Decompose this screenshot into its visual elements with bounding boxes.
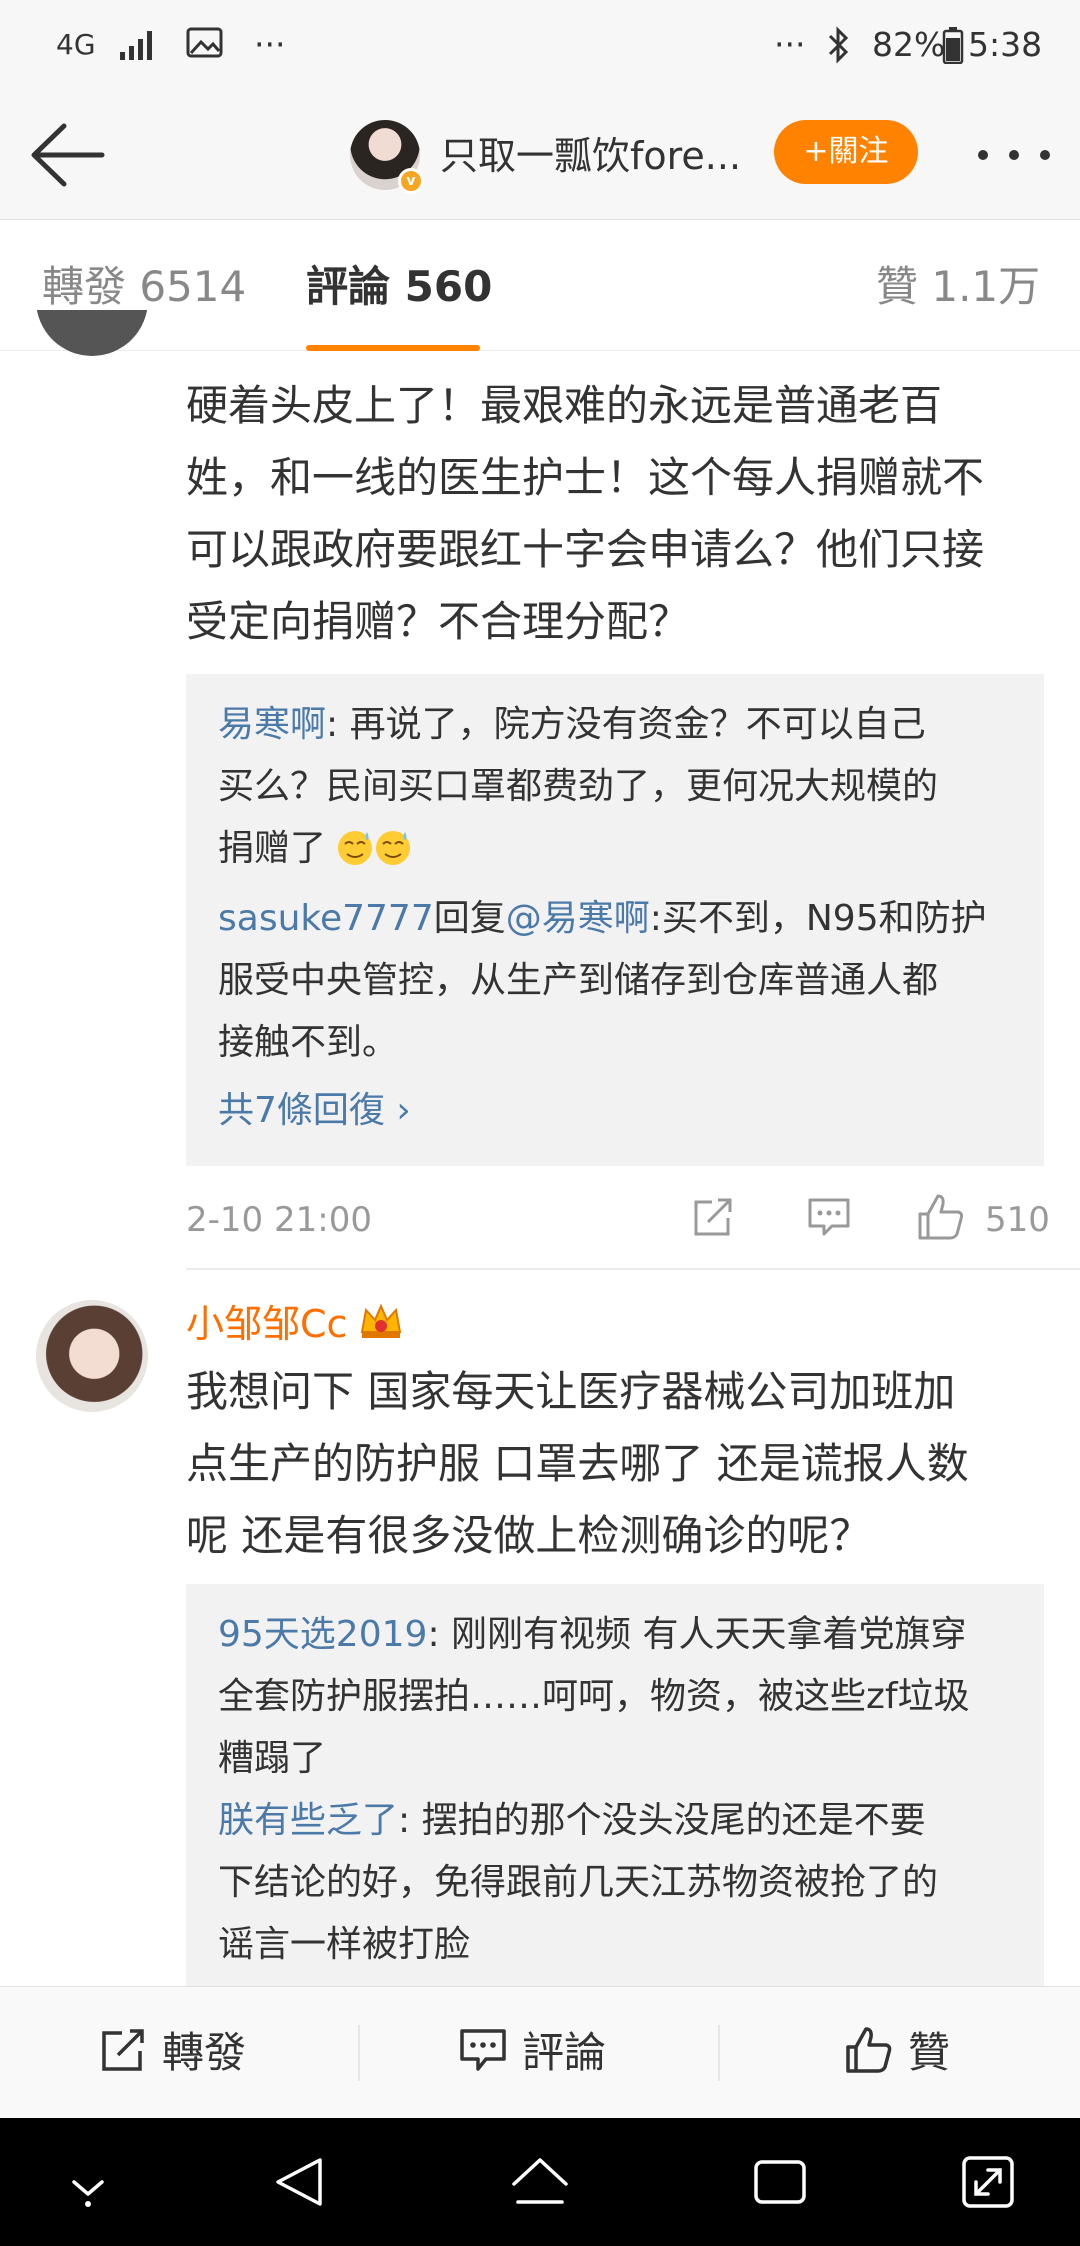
mention-link[interactable]: @易寒啊 (506, 898, 650, 939)
reply-text: : 摆拍的那个没头没尾的还是不要 (398, 1800, 926, 1841)
recent-apps-icon[interactable] (750, 2152, 810, 2212)
reply-text: :买不到，N95和防护 (649, 898, 987, 939)
reply-text: 全套防护服摆拍……呵呵，物资，被这些zf垃圾 (218, 1676, 970, 1717)
reply-text: : 再说了，院方没有资金？不可以自己 (326, 704, 926, 745)
back-button[interactable] (28, 120, 108, 190)
bluetooth-icon (828, 26, 849, 64)
comment-label: 評論 (522, 2028, 607, 2077)
like-label: 贊 (908, 2028, 951, 2077)
repost-button[interactable]: 轉發 (98, 1987, 246, 2119)
system-navigation-bar (0, 2118, 1080, 2246)
reply-preview-box[interactable]: 易寒啊: 再说了，院方没有资金？不可以自己 买么？民间买口罩都费劲了，更何况大规… (186, 674, 1044, 1166)
commenter-avatar[interactable] (36, 310, 148, 356)
app-header: v 只取一瓢饮fore... +關注 (0, 90, 1080, 220)
reply-text: 捐赠了 (218, 818, 1018, 880)
vip-crown-icon (360, 1303, 402, 1338)
gallery-icon (186, 27, 223, 58)
reply-username[interactable]: 95天选2019 (218, 1614, 427, 1655)
reply-text: 谣言一样被打脸 (218, 1924, 471, 1965)
signal-icon (120, 31, 152, 60)
reply-text: 下结论的好，免得跟前几天江苏物资被抢了的 (218, 1862, 939, 1903)
screen-rotate-icon[interactable] (958, 2152, 1018, 2212)
status-more-right: ··· (774, 25, 806, 64)
home-icon[interactable] (508, 2152, 572, 2212)
reply-text-part: 捐赠了 (218, 828, 327, 869)
reply-username[interactable]: 易寒啊 (218, 704, 326, 745)
comment-button[interactable]: 評論 (458, 1987, 606, 2119)
reply-text: 买么？民间买口罩都费劲了，更何况大规模的 (218, 766, 939, 807)
reply-text: : 刚刚有视频 有人天天拿着党旗穿 (427, 1614, 967, 1655)
active-tab-indicator (306, 345, 480, 351)
verified-badge-icon: v (398, 168, 424, 194)
comment-line: 点生产的防护服 口罩去哪了 还是谎报人数 (186, 1439, 969, 1488)
status-more-left: ··· (254, 25, 286, 64)
tab-comments[interactable]: 評論 560 (306, 259, 492, 315)
comment-text: 我想问下 国家每天让医疗器械公司加班加 点生产的防护服 口罩去哪了 还是谎报人数… (186, 1356, 1046, 1572)
comment-line: 姓，和一线的医生护士！这个每人捐赠就不 (186, 453, 985, 502)
comment-line: 受定向捐赠？不合理分配？ (186, 597, 691, 646)
dot-icon (1009, 150, 1019, 160)
reply-word: 回复 (433, 898, 506, 939)
dot-icon (1040, 150, 1050, 160)
status-bar: 4G ··· ··· 82% 5:38 (0, 0, 1080, 90)
separator (358, 2025, 360, 2081)
thumbs-up-icon (846, 2027, 892, 2073)
comment-line: 我想问下 国家每天让医疗器械公司加班加 (186, 1367, 956, 1416)
commenter-username[interactable]: 小邹邹Cc (186, 1298, 347, 1350)
tab-likes[interactable]: 贊 1.1万 (876, 259, 1040, 315)
network-type: 4G (56, 28, 96, 61)
reply-item: 易寒啊: 再说了，院方没有资金？不可以自己 (218, 694, 1018, 756)
reply-username[interactable]: 朕有些乏了 (218, 1800, 398, 1841)
comment-text: 硬着头皮上了！最艰难的永远是普通老百 姓，和一线的医生护士！这个每人捐赠就不 可… (186, 370, 1046, 658)
hide-keyboard-icon[interactable] (64, 2152, 112, 2212)
share-icon[interactable] (690, 1196, 736, 1240)
repost-label: 轉發 (162, 2028, 247, 2077)
comment-timestamp: 2-10 21:00 (186, 1200, 372, 1240)
reply-text: 糟蹋了 (218, 1738, 327, 1779)
comment-line: 硬着头皮上了！最艰难的永远是普通老百 (186, 381, 943, 430)
like-button[interactable]: 贊 (844, 1987, 950, 2119)
view-all-replies-link[interactable]: 共7條回復 › (218, 1086, 411, 1136)
reply-preview-box[interactable]: 95天选2019: 刚刚有视频 有人天天拿着党旗穿 全套防护服摆拍……呵呵，物资… (186, 1584, 1044, 1986)
reply-comment-icon[interactable] (806, 1196, 852, 1240)
dot-icon (978, 150, 988, 160)
post-action-bar: 轉發 評論 贊 (0, 1986, 1080, 2118)
reply-item: 95天选2019: 刚刚有视频 有人天天拿着党旗穿 (218, 1604, 1018, 1666)
thumbs-up-icon[interactable] (916, 1192, 966, 1242)
battery-percent: 82% (872, 25, 946, 64)
commenter-avatar[interactable] (36, 1300, 148, 1412)
author-name[interactable]: 只取一瓢饮fore... (440, 130, 740, 182)
post-tabs: 轉發 6514 評論 560 贊 1.1万 (0, 221, 1080, 351)
reply-item: sasuke7777回复@易寒啊:买不到，N95和防护 (218, 888, 1018, 950)
reply-text: 服受中央管控，从生产到储存到仓库普通人都 (218, 960, 939, 1001)
repost-icon (102, 2029, 144, 2071)
back-triangle-icon[interactable] (272, 2152, 328, 2212)
comment-divider (186, 1268, 1080, 1270)
tab-repost[interactable]: 轉發 6514 (42, 259, 246, 315)
sweat-smile-emoji-icon (338, 831, 411, 865)
battery-icon (942, 27, 964, 64)
more-options-button[interactable] (976, 136, 1056, 176)
separator (718, 2025, 720, 2081)
reply-item: 朕有些乏了: 摆拍的那个没头没尾的还是不要 (218, 1790, 1018, 1852)
reply-username[interactable]: sasuke7777 (218, 898, 434, 939)
clock: 5:38 (968, 25, 1043, 64)
reply-text: 接触不到。 (218, 1022, 399, 1063)
follow-button[interactable]: +關注 (774, 120, 918, 184)
comment-icon (460, 2029, 506, 2071)
comment-line: 呢 还是有很多没做上检测确诊的呢？ (186, 1511, 872, 1560)
arrow-left-icon (31, 123, 105, 187)
like-count: 510 (985, 1200, 1050, 1240)
comment-line: 可以跟政府要跟红十字会申请么？他们只接 (186, 525, 985, 574)
